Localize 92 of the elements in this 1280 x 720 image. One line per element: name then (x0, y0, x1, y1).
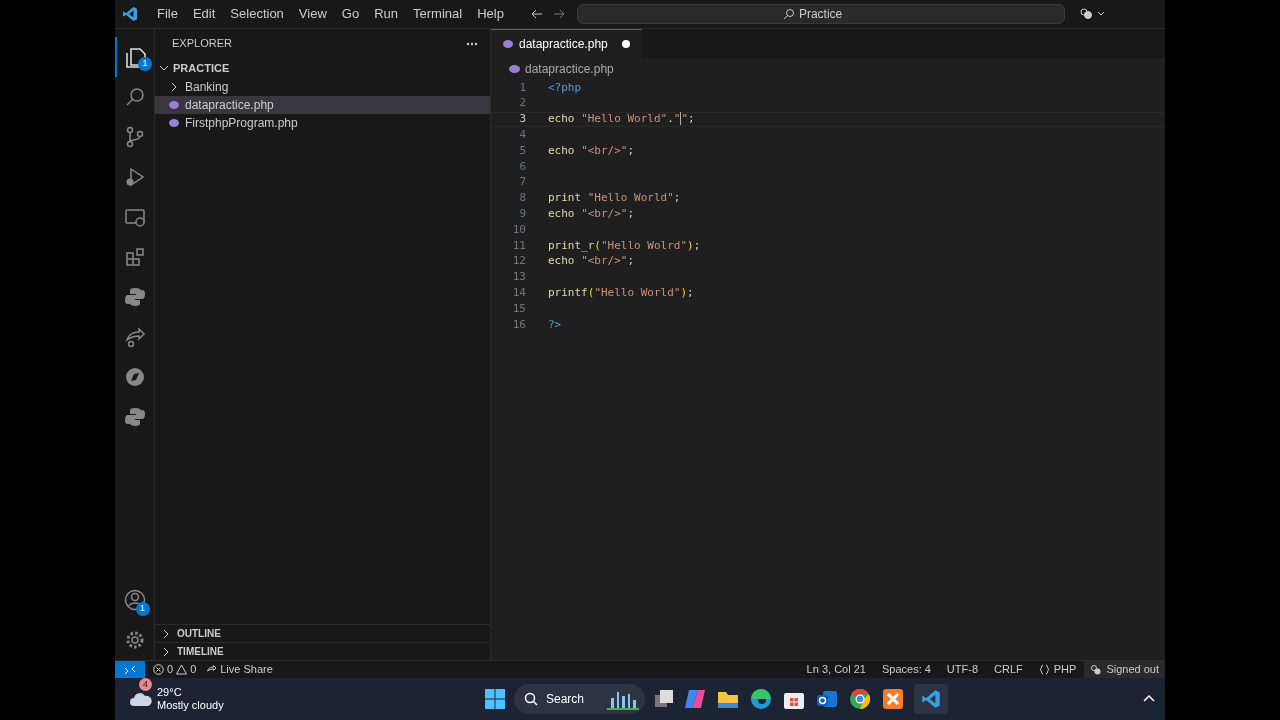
command-center-input[interactable]: Practice (798, 5, 859, 23)
menu-item[interactable]: Selection (223, 4, 291, 24)
vscode-taskbar-button[interactable] (914, 684, 948, 714)
files-icon[interactable] (123, 45, 148, 69)
code-line: print_r("Hello Wolrd"); (548, 237, 701, 254)
editor-tab[interactable]: datapractice.php (491, 29, 642, 58)
menu-item[interactable]: Edit (185, 4, 223, 24)
menu-item[interactable]: Go (334, 4, 367, 24)
menu-item[interactable]: Terminal (406, 4, 470, 24)
notification-badge: 1 (138, 57, 152, 71)
line-number: 2 (518, 95, 526, 112)
xampp-icon[interactable] (881, 688, 905, 710)
line-number: 11 (511, 237, 526, 254)
more-actions-icon[interactable] (466, 41, 478, 46)
back-arrow-icon[interactable] (530, 8, 543, 20)
line-number: 7 (518, 174, 526, 191)
file-tree-item[interactable]: FirstphpProgram.php (155, 114, 490, 132)
notification-badge: 1 (135, 602, 150, 616)
folder-title[interactable]: PRACTICE (173, 59, 230, 77)
python-icon[interactable] (123, 286, 146, 308)
language-button[interactable]: PHP (1030, 661, 1085, 678)
search-icon (524, 692, 538, 706)
python-icon[interactable] (123, 406, 146, 428)
code-line: ?> (548, 316, 562, 333)
live-share-icon (206, 664, 218, 675)
menu-item[interactable]: File (150, 4, 185, 24)
chevron-right-icon (161, 646, 171, 657)
chevron-down-icon[interactable] (159, 63, 169, 73)
line-number: 14 (511, 285, 526, 301)
temperature[interactable]: 29°C (157, 686, 224, 699)
encoding-status[interactable]: UTF-8 (938, 661, 987, 678)
line-ending-status[interactable]: CRLF (986, 661, 1031, 678)
problems-button[interactable]: 0 0 (151, 661, 199, 678)
file-tree-item[interactable]: datapractice.php (155, 96, 490, 114)
line-number: 1 (518, 79, 526, 96)
breadcrumb[interactable]: datapractice.php (525, 60, 614, 78)
code-line: printf("Hello World"); (548, 285, 694, 301)
live-share-icon[interactable] (123, 326, 146, 348)
code-line: echo "<br/>"; (548, 253, 635, 270)
file-tree-item[interactable]: Banking (155, 78, 490, 96)
panel-title: EXPLORER (172, 36, 232, 52)
compass-icon[interactable] (123, 366, 146, 388)
warning-icon (176, 664, 188, 675)
line-number: 6 (518, 158, 526, 175)
chrome-icon[interactable] (848, 688, 872, 710)
weather-summary[interactable]: Mostly cloudy (157, 699, 224, 712)
code-line: print "Hello World"; (548, 190, 681, 207)
code-line: echo "<br/>"; (548, 142, 635, 159)
line-number: 15 (511, 300, 526, 317)
task-view-icon[interactable] (654, 689, 674, 709)
weather-badge: 4 (139, 678, 152, 691)
account-button[interactable]: Signed out (1084, 661, 1165, 678)
braces-icon (1038, 664, 1050, 675)
error-icon (153, 664, 164, 675)
chevron-up-icon[interactable] (1143, 693, 1155, 703)
php-file-icon (509, 65, 520, 73)
line-number: 4 (518, 127, 526, 144)
browser-icon[interactable] (749, 688, 773, 710)
vscode-logo-icon (921, 689, 941, 709)
code-line: echo "Hello World".""; (548, 111, 695, 128)
forward-arrow-icon[interactable] (552, 8, 565, 20)
menu-item[interactable]: Run (367, 4, 405, 24)
extensions-icon[interactable] (123, 246, 146, 268)
line-number: 3 (518, 111, 526, 128)
remote-icon (124, 663, 136, 676)
indentation-status[interactable]: Spaces: 4 (873, 661, 939, 678)
line-number: 5 (518, 142, 526, 159)
line-number: 16 (511, 316, 526, 333)
code-line: <?php (548, 79, 582, 96)
account-icon[interactable] (123, 589, 146, 611)
vscode-logo-icon (122, 6, 138, 22)
line-number: 8 (518, 190, 526, 207)
mail-icon[interactable] (815, 688, 839, 710)
chevron-right-icon (161, 628, 171, 639)
collapsed-section-header[interactable]: OUTLINE (155, 624, 490, 642)
remote-explorer-icon[interactable] (123, 206, 146, 228)
php-file-icon (503, 40, 513, 48)
line-number: 13 (511, 269, 526, 286)
line-number: 12 (511, 253, 526, 270)
search-icon (782, 8, 795, 20)
code-line: echo "<br/>"; (548, 206, 635, 223)
search-field[interactable]: Search (514, 684, 645, 714)
line-number: 9 (518, 206, 526, 223)
line-number: 10 (511, 221, 526, 238)
cursor-position[interactable]: Ln 3, Col 21 (798, 661, 874, 678)
menu-item[interactable]: Help (470, 4, 511, 24)
cloud-icon (129, 691, 153, 707)
live-share-button[interactable]: Live Share (206, 661, 273, 678)
start-icon[interactable] (485, 689, 505, 709)
remote-button[interactable] (115, 661, 145, 678)
menu-item[interactable]: View (291, 4, 334, 24)
command-center-field[interactable]: Practice (576, 4, 1065, 24)
